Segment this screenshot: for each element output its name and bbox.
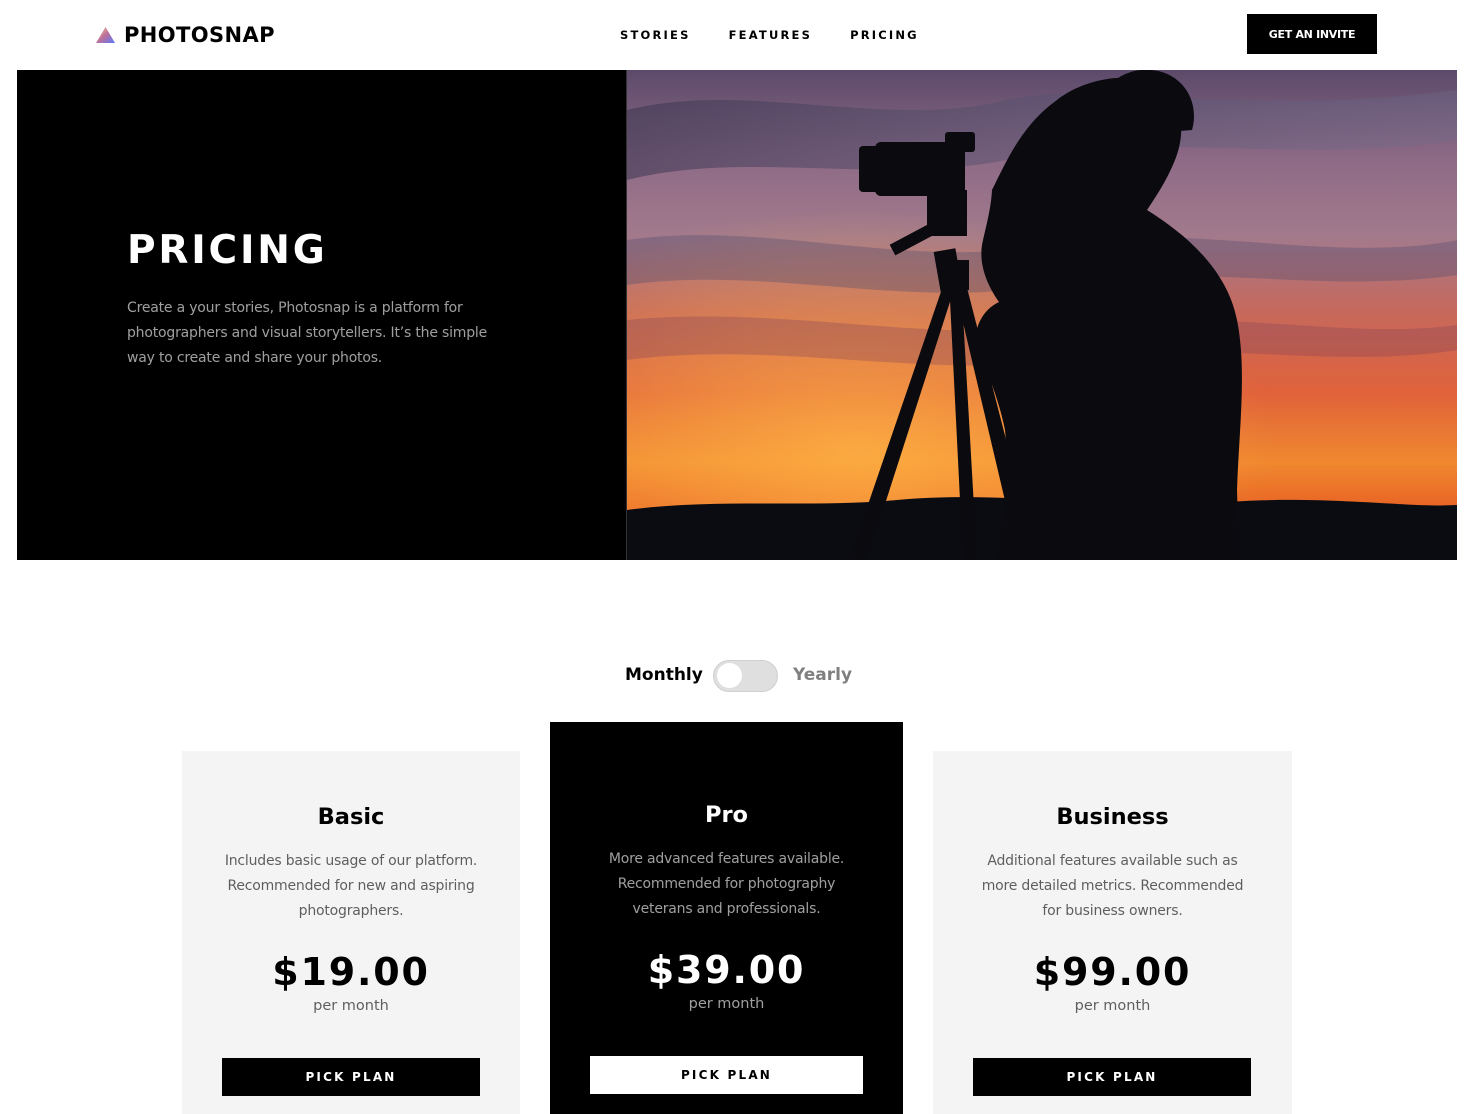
- brand-logo[interactable]: PHOTOSNAP: [96, 20, 275, 50]
- plan-name: Business: [1056, 804, 1169, 830]
- photographer-silhouette-image: [627, 70, 1457, 560]
- logo-triangle-icon: [96, 27, 115, 43]
- plan-period: per month: [1074, 998, 1151, 1014]
- billing-toggle: Monthly Yearly: [0, 660, 1476, 692]
- pick-plan-button-business[interactable]: PICK PLAN: [973, 1058, 1251, 1096]
- plan-card-business: Business Additional features available s…: [933, 751, 1292, 1114]
- plan-name: Basic: [317, 804, 385, 830]
- plan-description: Additional features available such as mo…: [981, 853, 1244, 919]
- nav-link-features[interactable]: FEATURES: [729, 28, 813, 42]
- monthly-label[interactable]: Monthly: [625, 665, 703, 685]
- plan-name: Pro: [704, 802, 749, 828]
- plan-price: $99.00: [1033, 950, 1192, 994]
- nav-link-pricing[interactable]: PRICING: [850, 28, 919, 42]
- switch-knob: [717, 663, 742, 688]
- get-an-invite-button[interactable]: GET AN INVITE: [1247, 14, 1377, 54]
- pick-plan-button-basic[interactable]: PICK PLAN: [222, 1058, 480, 1096]
- yearly-label[interactable]: Yearly: [793, 665, 852, 685]
- pick-plan-button-pro[interactable]: PICK PLAN: [590, 1056, 863, 1094]
- hero-text-panel: PRICING Create a your stories, Photosnap…: [17, 70, 626, 560]
- brand-name: PHOTOSNAP: [124, 23, 275, 47]
- main-menu: STORIES FEATURES PRICING: [620, 28, 919, 42]
- hero-image: [626, 70, 1457, 560]
- plan-period: per month: [313, 998, 389, 1014]
- top-navigation: PHOTOSNAP STORIES FEATURES PRICING GET A…: [0, 0, 1476, 70]
- plan-period: per month: [688, 996, 765, 1012]
- plan-description: Includes basic usage of our platform. Re…: [224, 853, 478, 919]
- hero-section: PRICING Create a your stories, Photosnap…: [17, 70, 1457, 560]
- page-title: PRICING: [127, 228, 328, 273]
- plan-description: More advanced features available. Recomm…: [608, 851, 845, 917]
- nav-link-stories[interactable]: STORIES: [620, 28, 691, 42]
- billing-period-switch[interactable]: [713, 660, 778, 692]
- hero-description: Create a your stories, Photosnap is a pl…: [127, 300, 488, 366]
- plan-price: $39.00: [647, 948, 806, 992]
- plan-card-pro: Pro More advanced features available. Re…: [550, 722, 903, 1114]
- plan-price: $19.00: [272, 950, 430, 994]
- plan-card-basic: Basic Includes basic usage of our platfo…: [182, 751, 520, 1114]
